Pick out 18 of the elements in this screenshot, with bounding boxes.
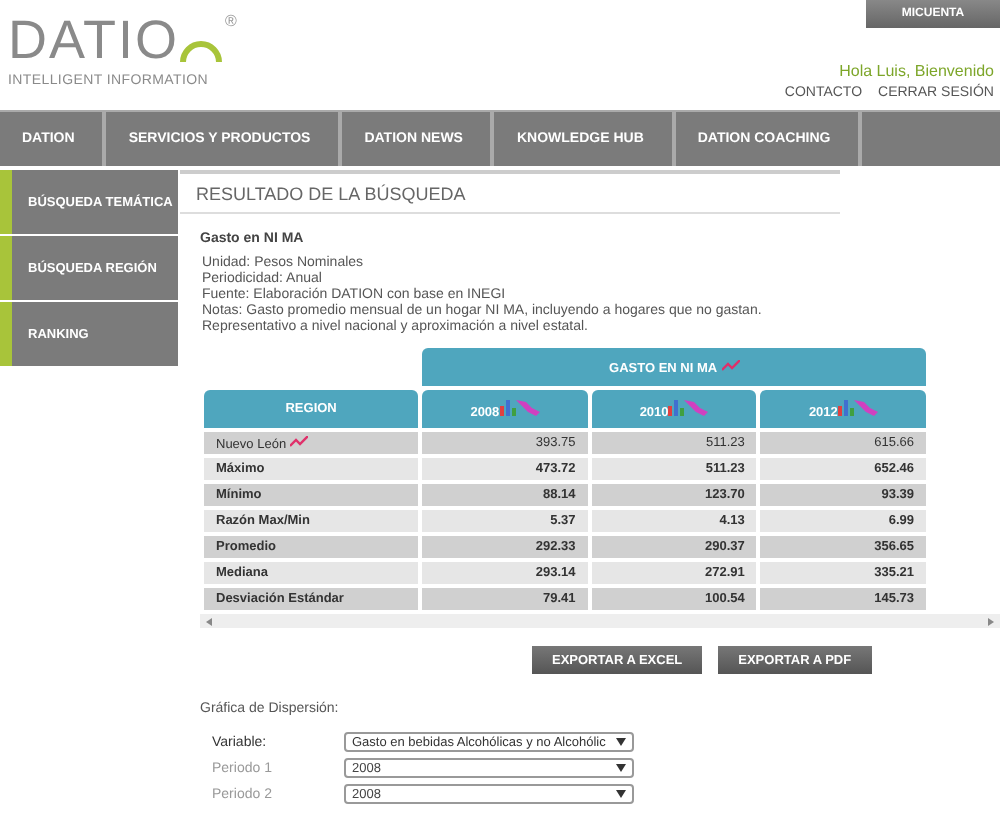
logo-text: DATIO (8, 12, 179, 68)
line-chart-icon (290, 435, 309, 447)
dropdown-caret-icon (616, 790, 626, 798)
map-icon (853, 399, 878, 415)
bar-chart-icon (499, 399, 516, 415)
greeting-text: Hola Luis, Bienvenido (839, 62, 994, 80)
dropdown-caret-icon (616, 764, 626, 772)
scroll-right-icon (988, 617, 994, 625)
map-icon (515, 399, 540, 415)
section-title: RESULTADO DE LA BÚSQUEDA (180, 170, 840, 214)
dropdown-caret-icon (616, 738, 626, 746)
line-chart-icon (721, 359, 740, 371)
scroll-left-icon (206, 617, 212, 625)
map-icon (684, 399, 709, 415)
registered-mark: ® (225, 12, 237, 30)
logo-arc-icon (179, 40, 221, 62)
bar-chart-icon (837, 399, 854, 415)
bar-chart-icon (668, 399, 685, 415)
